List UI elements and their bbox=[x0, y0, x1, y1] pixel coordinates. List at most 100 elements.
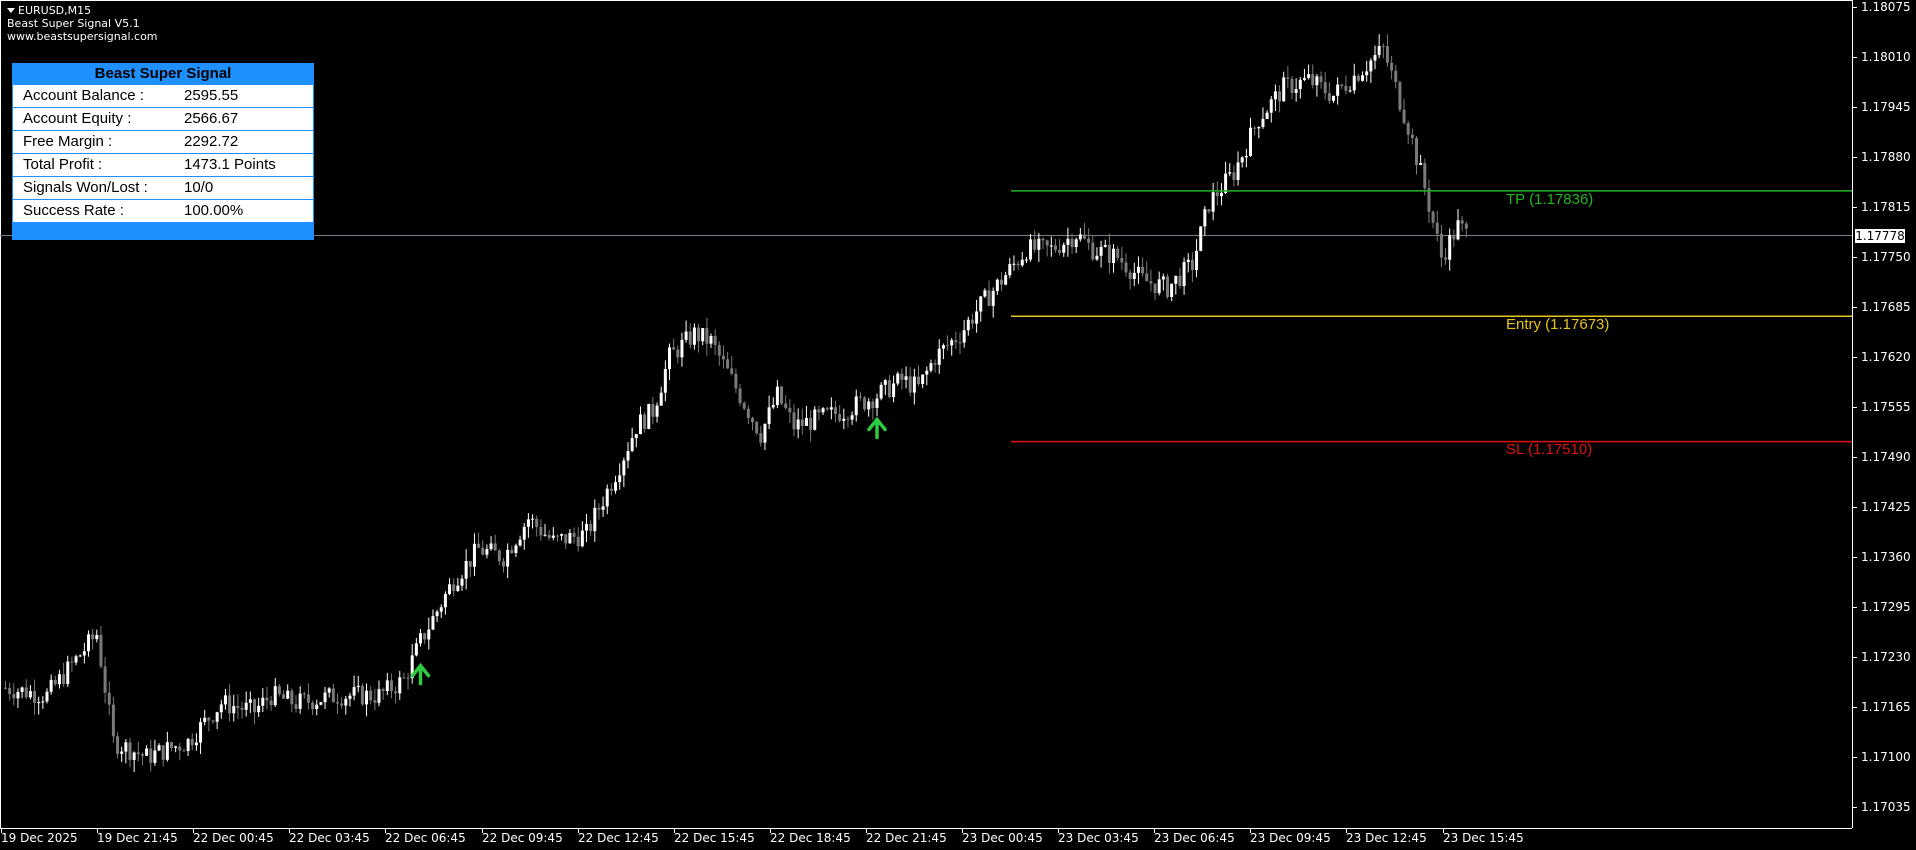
candle-body bbox=[344, 698, 348, 706]
candle-body bbox=[161, 745, 165, 760]
candle-body bbox=[427, 629, 431, 640]
candle-body bbox=[1149, 281, 1153, 284]
candle-body bbox=[124, 742, 128, 752]
candle-body bbox=[1390, 62, 1394, 71]
candle-body bbox=[809, 417, 813, 430]
candle-body bbox=[1419, 163, 1423, 165]
candle-body bbox=[634, 434, 638, 439]
candle-body bbox=[140, 754, 144, 756]
candle-body bbox=[298, 693, 302, 709]
candle-body bbox=[597, 507, 601, 510]
time-tick-label: 22 Dec 12:45 bbox=[578, 831, 659, 845]
candle-body bbox=[921, 374, 925, 384]
price-tick-label: 1.17490 bbox=[1861, 450, 1911, 464]
candle-body bbox=[472, 543, 476, 567]
candle-body bbox=[626, 451, 630, 461]
candle-body bbox=[211, 720, 215, 722]
candle-body bbox=[941, 345, 945, 349]
price-tick-label: 1.17685 bbox=[1861, 300, 1911, 314]
panel-value: 2566.67 bbox=[184, 110, 239, 127]
candle-body bbox=[153, 750, 157, 763]
candle-body bbox=[1074, 239, 1078, 248]
candle-body bbox=[1145, 273, 1149, 282]
chart-symbol-label: EURUSD,M15 bbox=[18, 4, 92, 17]
candle-body bbox=[1095, 255, 1099, 260]
candle-body bbox=[1406, 123, 1410, 135]
candle-body bbox=[1439, 233, 1443, 258]
candle-body bbox=[203, 717, 207, 723]
candle-body bbox=[896, 373, 900, 384]
candle-body bbox=[572, 532, 576, 537]
candle-body bbox=[721, 355, 725, 360]
candle-body bbox=[1302, 77, 1306, 80]
candle-body bbox=[1037, 238, 1041, 250]
candle-body bbox=[1045, 240, 1049, 246]
candle-body bbox=[265, 697, 269, 701]
candle-body bbox=[319, 702, 323, 705]
panel-label: Signals Won/Lost : bbox=[23, 179, 148, 196]
candle-body bbox=[1236, 162, 1240, 180]
candle-body bbox=[414, 643, 418, 656]
candle-body bbox=[593, 507, 597, 532]
time-tick-label: 19 Dec 2025 bbox=[1, 831, 78, 845]
price-tick-label: 1.17620 bbox=[1861, 350, 1911, 364]
candle-body bbox=[8, 687, 12, 695]
candle-body bbox=[331, 688, 335, 703]
candle-body bbox=[1311, 74, 1315, 86]
candle-body bbox=[1008, 264, 1012, 276]
candle-body bbox=[535, 518, 539, 527]
candle-body bbox=[576, 536, 580, 547]
candle-body bbox=[630, 438, 634, 452]
candle-body bbox=[1278, 91, 1282, 102]
candle-body bbox=[269, 700, 273, 706]
candle-body bbox=[655, 405, 659, 417]
candle-body bbox=[1020, 259, 1024, 266]
candle-body bbox=[290, 690, 294, 705]
panel-row-success-rate: Success Rate : 100.00% bbox=[13, 200, 313, 222]
candle-body bbox=[506, 549, 510, 567]
current-price-tag: 1.17778 bbox=[1855, 229, 1905, 243]
candle-body bbox=[365, 690, 369, 705]
candle-body bbox=[647, 403, 651, 429]
candle-body bbox=[1078, 234, 1082, 240]
candle-body bbox=[419, 633, 422, 644]
candle-body bbox=[834, 407, 837, 415]
candle-body bbox=[609, 488, 613, 491]
candle-body bbox=[755, 421, 759, 434]
candle-body bbox=[1373, 55, 1377, 61]
candle-body bbox=[522, 526, 526, 540]
candle-body bbox=[57, 674, 61, 685]
candle-body bbox=[871, 401, 875, 409]
candle-body bbox=[315, 704, 319, 710]
price-tick-label: 1.17165 bbox=[1861, 700, 1911, 714]
candle-body bbox=[1332, 95, 1335, 101]
candle-body bbox=[796, 419, 800, 430]
candle-body bbox=[1423, 163, 1427, 189]
candle-body bbox=[406, 677, 410, 679]
chart-title[interactable]: EURUSD,M15 bbox=[7, 5, 91, 17]
candle-body bbox=[78, 655, 82, 657]
candle-body bbox=[676, 349, 680, 358]
candle-body bbox=[1315, 76, 1319, 86]
candle-body bbox=[742, 403, 746, 409]
candle-body bbox=[373, 700, 377, 703]
candle-body bbox=[568, 532, 572, 544]
candle-body bbox=[485, 549, 489, 555]
candle-body bbox=[954, 340, 958, 343]
candle-body bbox=[638, 414, 642, 435]
panel-footer bbox=[12, 223, 314, 240]
candle-body bbox=[726, 359, 730, 369]
candle-body bbox=[701, 328, 705, 342]
candle-body bbox=[1456, 220, 1460, 240]
candle-body bbox=[1228, 172, 1232, 174]
collapse-triangle-icon[interactable] bbox=[7, 8, 15, 13]
candle-body bbox=[149, 748, 153, 763]
candle-body bbox=[1340, 84, 1344, 86]
candle-body bbox=[1166, 276, 1169, 298]
candle-body bbox=[240, 707, 244, 710]
candle-body bbox=[692, 327, 696, 345]
candle-body bbox=[286, 690, 290, 699]
candle-body bbox=[1141, 266, 1145, 274]
candle-body bbox=[1161, 276, 1165, 280]
candle-body bbox=[66, 661, 70, 685]
